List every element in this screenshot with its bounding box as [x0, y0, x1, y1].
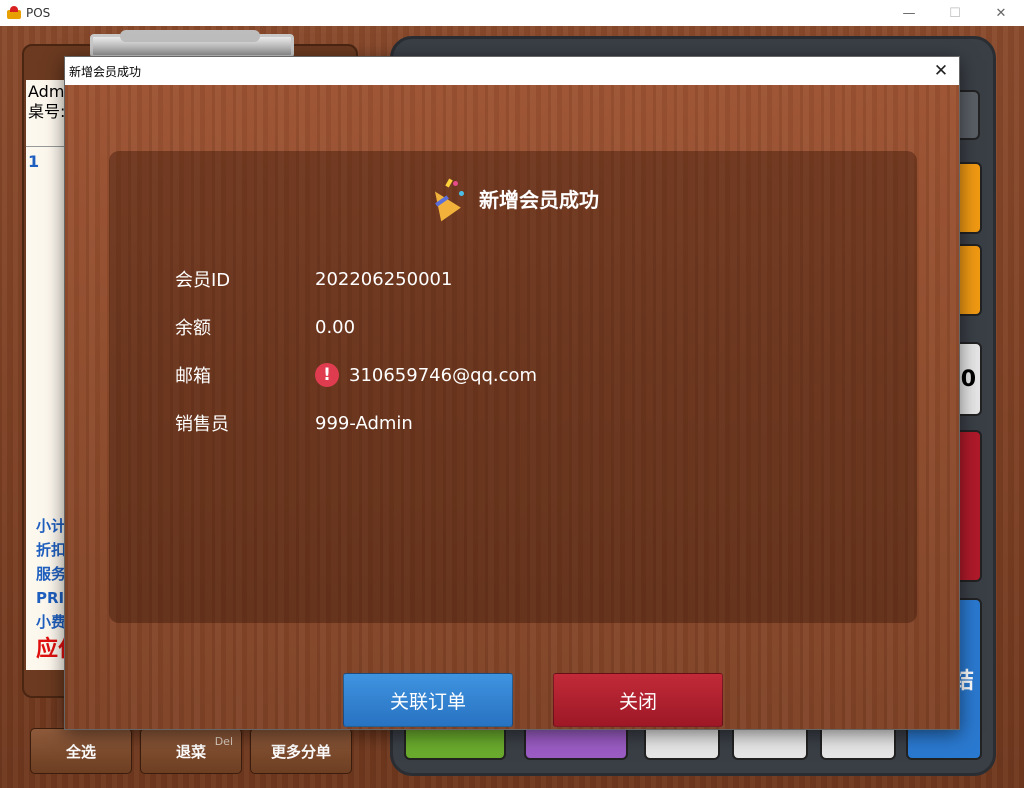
email-value-wrap: ! 310659746@qq.com	[315, 363, 537, 387]
field-member-id: 会员ID 202206250001	[175, 265, 452, 293]
more-split-button[interactable]: 更多分单	[250, 728, 352, 774]
warning-icon: !	[315, 363, 339, 387]
member-created-dialog: 新增会员成功 ✕ 新增会员成功 会员ID 202206250001 余额 0.0…	[64, 56, 960, 730]
email-label: 邮箱	[175, 366, 211, 387]
window-titlebar: POS — ☐ ✕	[0, 0, 1024, 26]
member-id-value: 202206250001	[315, 268, 453, 290]
party-popper-icon	[425, 178, 465, 222]
field-balance: 余额 0.00	[175, 313, 355, 341]
return-dish-label: 退菜	[175, 742, 206, 761]
close-dialog-button[interactable]: 关闭	[553, 673, 723, 727]
success-heading: 新增会员成功	[479, 187, 599, 212]
field-email: 邮箱 ! 310659746@qq.com	[175, 361, 537, 389]
salesperson-label: 销售员	[175, 414, 229, 435]
member-id-label: 会员ID	[175, 270, 231, 291]
clipboard-clip-top	[120, 30, 260, 42]
salesperson-value: 999-Admin	[315, 412, 413, 434]
dialog-title: 新增会员成功	[69, 64, 142, 79]
card-header: 新增会员成功	[109, 178, 917, 222]
field-salesperson: 销售员 999-Admin	[175, 409, 413, 437]
dialog-titlebar: 新增会员成功 ✕	[65, 57, 959, 85]
order-header: Adm 桌号:	[28, 82, 65, 122]
minimize-button[interactable]: —	[886, 0, 932, 26]
window-controls: — ☐ ✕	[886, 0, 1024, 26]
balance-label: 余额	[175, 318, 211, 339]
pos-app-icon	[6, 5, 22, 21]
select-all-button[interactable]: 全选	[30, 728, 132, 774]
return-dish-shortcut: Del	[214, 735, 233, 748]
email-value: 310659746@qq.com	[349, 364, 538, 386]
order-operator: Adm	[28, 82, 65, 101]
dialog-close-icon[interactable]: ✕	[929, 59, 953, 83]
window-title: POS	[26, 6, 51, 20]
maximize-button[interactable]: ☐	[932, 0, 978, 26]
window-close-button[interactable]: ✕	[978, 0, 1024, 26]
return-dish-button[interactable]: 退菜 Del	[140, 728, 242, 774]
more-split-label: 更多分单	[270, 742, 331, 761]
link-order-button[interactable]: 关联订单	[343, 673, 513, 727]
select-all-label: 全选	[65, 742, 96, 761]
dialog-body: 新增会员成功 会员ID 202206250001 余额 0.00 邮箱 ! 31…	[65, 85, 959, 729]
order-table-number: 桌号:	[28, 102, 66, 121]
balance-value: 0.00	[315, 316, 356, 338]
member-info-card: 新增会员成功 会员ID 202206250001 余额 0.00 邮箱 ! 31…	[109, 151, 917, 623]
order-divider	[26, 146, 66, 147]
order-item-row[interactable]: 1	[28, 152, 39, 171]
